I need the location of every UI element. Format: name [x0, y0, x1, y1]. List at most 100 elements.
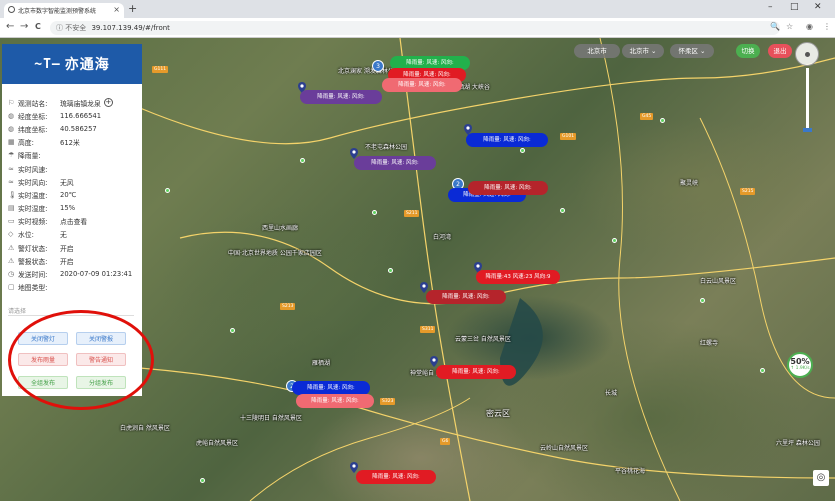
favicon-icon [8, 6, 15, 13]
info-row-wind-direction: ≈ 实时风向: 无风 [8, 175, 138, 188]
logo: ~T— 亦通海 [2, 44, 142, 84]
road-shield: G101 [560, 133, 577, 140]
station-label[interactable]: 降雨量: 风速: 风向: [436, 365, 516, 379]
city-dropdown[interactable]: 北京市 ⌄ [622, 44, 664, 58]
info-value: 116.666541 [60, 111, 102, 120]
info-value: 无风 [60, 178, 74, 187]
warning-icon: ⚠ [8, 256, 15, 265]
info-row-station-name: ⚐ 观测站名: 琉璃庙镇龙泉 + [8, 96, 138, 109]
info-label: 实时风速: [18, 165, 48, 174]
clock-icon: ◷ [8, 270, 15, 279]
station-label[interactable]: 降雨量: 风速: 风向: [468, 181, 548, 195]
place-label: 虎峪自然风景区 [196, 440, 239, 447]
place-label: 白河湾 [433, 234, 452, 241]
info-label: 实时湿度: [18, 205, 48, 214]
info-value: 15% [60, 204, 76, 213]
profile-icon[interactable]: ◉ [806, 22, 813, 31]
tab-close-icon[interactable]: × [113, 5, 120, 14]
place-label: 白虎涧自 然风景区 [120, 425, 170, 432]
maximize-button[interactable]: □ [790, 2, 799, 12]
road-shield: S213 [280, 303, 296, 310]
place-label: 长城 [605, 390, 618, 397]
info-row-video: ▭ 实时视频: 点击查看 [8, 215, 138, 228]
menu-icon[interactable]: ⋮ [823, 22, 831, 31]
compass-icon[interactable] [795, 42, 819, 66]
info-value: 612米 [60, 139, 80, 148]
thermometer-icon: 🌡 [8, 190, 17, 199]
add-station-button[interactable]: + [103, 98, 113, 108]
bookmark-star-icon[interactable]: ☆ [786, 22, 793, 31]
station-label[interactable]: 降雨量:43 风速:23 风向:9 [476, 270, 560, 284]
logout-button[interactable]: 退出 [768, 44, 792, 58]
info-row-longitude: ◍ 经度坐标: 116.666541 [8, 109, 138, 122]
logo-mark: ~T— [34, 56, 61, 72]
city-select[interactable]: 北京市 [574, 44, 620, 58]
poi-marker[interactable] [660, 118, 665, 123]
info-label: 发送时间: [18, 271, 48, 280]
station-label[interactable]: 降雨量: 风速: 风向: [292, 381, 370, 395]
info-row-water-level: ◇ 水位: 无 [8, 228, 138, 241]
poi-marker[interactable] [300, 158, 305, 163]
info-label: 实时温度: [18, 191, 48, 200]
security-indicator[interactable]: ⓘ 不安全 [56, 24, 86, 32]
locate-icon[interactable]: ◎ [813, 470, 829, 486]
info-label: 高度: [18, 139, 34, 148]
zoom-slider-knob[interactable] [803, 128, 812, 132]
info-value: 无 [60, 231, 67, 240]
station-label[interactable]: 降雨量: 风速: 风向: [426, 290, 506, 304]
tab-bar: 北京市数字智能监测预警系统 × + – □ ✕ [0, 0, 835, 18]
district-dropdown[interactable]: 怀柔区 ⌄ [670, 44, 714, 58]
reload-icon[interactable]: C [35, 22, 41, 31]
new-tab-button[interactable]: + [128, 2, 137, 15]
minimize-button[interactable]: – [768, 2, 773, 12]
poi-marker[interactable] [372, 210, 377, 215]
info-row-altitude: ▦ 高度: 612米 [8, 136, 138, 149]
station-label[interactable]: 降雨量: 风速: 风向: [354, 156, 436, 170]
station-label[interactable]: 降雨量: 风速: 风向: [382, 78, 462, 92]
zoom-icon[interactable]: 🔍 [770, 22, 780, 31]
station-label[interactable]: 降雨量: 风速: 风向: [300, 90, 382, 104]
poi-marker[interactable] [230, 328, 235, 333]
umbrella-icon: ☂ [8, 151, 15, 160]
road-shield: S215 [740, 188, 756, 195]
water-icon: ◇ [8, 230, 14, 239]
station-label[interactable]: 降雨量: 风速: 风向: [296, 394, 374, 408]
poi-marker[interactable] [388, 268, 393, 273]
poi-marker[interactable] [700, 298, 705, 303]
road-shield: S323 [380, 398, 396, 405]
road-shield: G111 [152, 66, 169, 73]
info-row-rainfall: ☂ 降雨量: [8, 149, 138, 162]
percent-text: 50% [790, 357, 810, 366]
info-label: 经度坐标: [18, 112, 48, 121]
view-video-link[interactable]: 点击查看 [60, 216, 87, 226]
road-shield: G6 [440, 438, 451, 445]
browser-tab[interactable]: 北京市数字智能监测预警系统 × [4, 3, 124, 18]
close-window-button[interactable]: ✕ [814, 2, 822, 12]
info-value: 20℃ [60, 190, 77, 199]
station-label[interactable]: 降雨量: 风速: 风向: [466, 133, 548, 147]
station-cluster[interactable]: 3 [372, 60, 384, 72]
poi-marker[interactable] [165, 188, 170, 193]
url-input[interactable]: ⓘ 不安全 39.107.139.49/#/front [50, 21, 780, 35]
info-label: 纬度坐标: [18, 125, 48, 134]
place-label: 平谷桃花海 [615, 468, 646, 475]
flag-icon: ⚐ [8, 98, 15, 107]
poi-marker[interactable] [560, 208, 565, 213]
poi-marker[interactable] [760, 368, 765, 373]
info-label: 实时风向: [18, 178, 48, 187]
place-label: 白云山风景区 [700, 278, 737, 285]
globe-icon: ◍ [8, 124, 15, 133]
forward-icon[interactable]: → [20, 21, 28, 32]
poi-marker[interactable] [612, 238, 617, 243]
back-icon[interactable]: ← [6, 21, 14, 32]
poi-marker[interactable] [200, 478, 205, 483]
address-bar: ← → C ⓘ 不安全 39.107.139.49/#/front 🔍 ☆ ◉ … [0, 18, 835, 38]
zoom-slider[interactable] [806, 68, 809, 132]
place-label: 云蒙三岔 自然风景区 [455, 336, 511, 343]
station-pin-icon[interactable] [430, 356, 438, 367]
network-speed-badge: 50% ↑ 1.9K/s [787, 352, 813, 378]
poi-marker[interactable] [520, 148, 525, 153]
station-label[interactable]: 降雨量: 风速: 风向: [356, 470, 436, 484]
switch-button[interactable]: 切换 [736, 44, 760, 58]
video-icon: ▭ [8, 217, 15, 226]
